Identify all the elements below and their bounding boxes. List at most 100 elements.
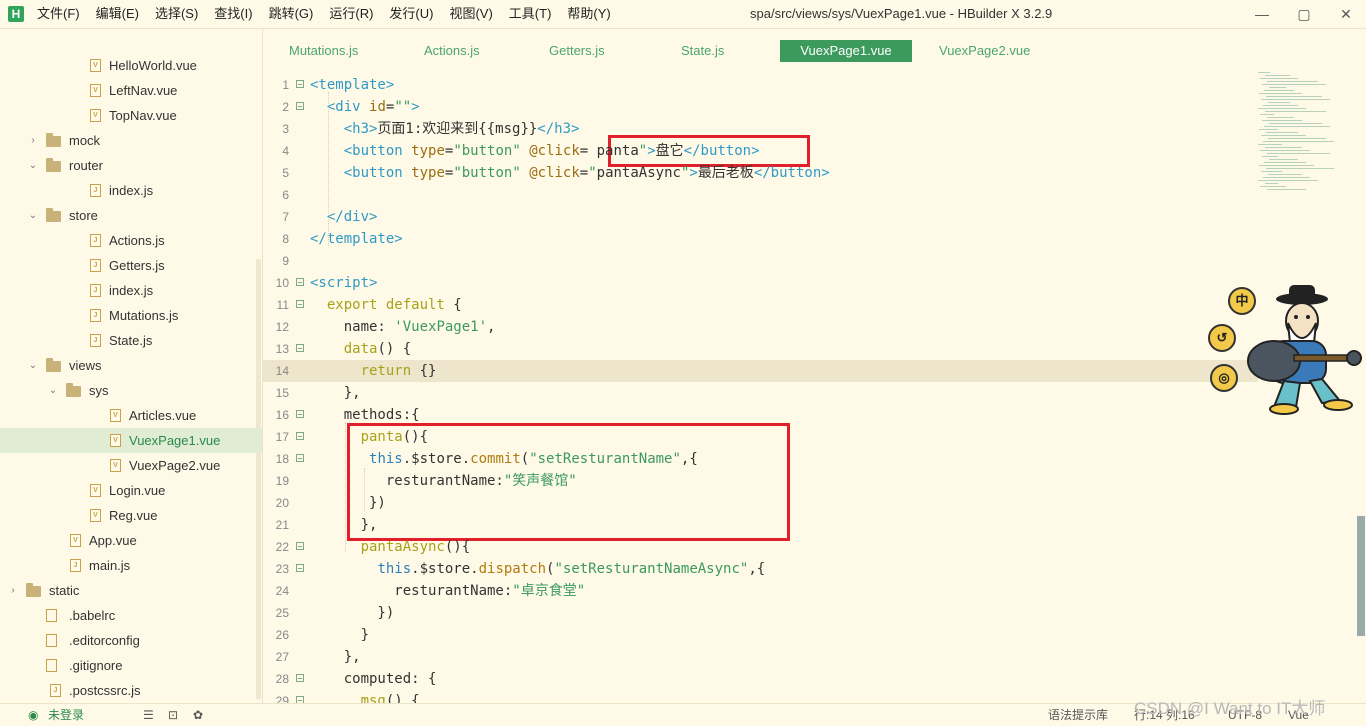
code-line[interactable]: 15 }, bbox=[263, 382, 1258, 404]
code-line[interactable]: 21 }, bbox=[263, 514, 1258, 536]
code-line[interactable]: 16− methods:{ bbox=[263, 404, 1258, 426]
code-line[interactable]: 27 }, bbox=[263, 646, 1258, 668]
code-line[interactable]: 23− this.$store.dispatch("setResturantNa… bbox=[263, 558, 1258, 580]
menu-item[interactable]: 查找(I) bbox=[214, 0, 260, 28]
code-line[interactable]: 24 resturantName:"卓京食堂" bbox=[263, 580, 1258, 602]
tree-file[interactable]: V VuexPage2.vue bbox=[0, 453, 262, 478]
code-line[interactable]: 13− data() { bbox=[263, 338, 1258, 360]
code-line[interactable]: 4 <button type="button" @click= panta">盘… bbox=[263, 140, 1258, 162]
menu-item[interactable]: 工具(T) bbox=[509, 0, 560, 28]
terminal-icon[interactable]: ⊡ bbox=[168, 704, 178, 726]
menu-item[interactable]: 运行(R) bbox=[329, 0, 381, 28]
tree-file[interactable]: V Reg.vue bbox=[0, 503, 262, 528]
tree-file[interactable]: .editorconfig bbox=[0, 628, 262, 653]
fold-toggle-icon[interactable]: − bbox=[296, 432, 304, 441]
code-line[interactable]: 18− this.$store.commit("setResturantName… bbox=[263, 448, 1258, 470]
tree-file[interactable]: Jindex.js bbox=[0, 278, 262, 303]
folder-chevron-icon[interactable]: ⌄ bbox=[28, 153, 38, 178]
list-icon[interactable]: ☰ bbox=[143, 704, 154, 726]
folder-chevron-icon[interactable]: ⌄ bbox=[28, 353, 38, 378]
code-line[interactable]: 11− export default { bbox=[263, 294, 1258, 316]
code-line[interactable]: 5 <button type="button" @click="pantaAsy… bbox=[263, 162, 1258, 184]
code-line[interactable]: 25 }) bbox=[263, 602, 1258, 624]
menu-item[interactable]: 视图(V) bbox=[449, 0, 500, 28]
fold-toggle-icon[interactable]: − bbox=[296, 454, 304, 463]
code-line[interactable]: 20 }) bbox=[263, 492, 1258, 514]
account-icon[interactable]: ◉ bbox=[28, 704, 38, 726]
fold-toggle-icon[interactable]: − bbox=[296, 674, 304, 683]
code-editor[interactable]: 1− <template> 2− <div id=""> 3 <h3>页面1:欢迎来到… bbox=[263, 70, 1258, 703]
code-line[interactable]: 6 bbox=[263, 184, 1258, 206]
editor-scrollbar[interactable] bbox=[1357, 516, 1365, 636]
maximize-button[interactable]: ▢ bbox=[1286, 0, 1322, 28]
tree-file[interactable]: V TopNav.vue bbox=[0, 103, 262, 128]
palette-icon[interactable]: ✿ bbox=[193, 704, 203, 726]
menu-item[interactable]: 帮助(Y) bbox=[567, 0, 618, 28]
code-line[interactable]: 8 </template> bbox=[263, 228, 1258, 250]
tree-folder[interactable]: › static bbox=[0, 578, 262, 603]
fold-toggle-icon[interactable]: − bbox=[296, 696, 304, 703]
menu-item[interactable]: 编辑(E) bbox=[96, 0, 147, 28]
tab-state-js[interactable]: State.js bbox=[681, 40, 724, 62]
tree-folder[interactable]: ⌄ sys bbox=[0, 378, 262, 403]
tree-file[interactable]: J Mutations.js bbox=[0, 303, 262, 328]
tree-file[interactable]: .babelrc bbox=[0, 603, 262, 628]
tab-mutations-js[interactable]: Mutations.js bbox=[289, 40, 358, 62]
tree-file[interactable]: V Articles.vue bbox=[0, 403, 262, 428]
fold-toggle-icon[interactable]: − bbox=[296, 344, 304, 353]
fold-toggle-icon[interactable]: − bbox=[296, 300, 304, 309]
code-line[interactable]: 19 resturantName:"笑声餐馆" bbox=[263, 470, 1258, 492]
menu-item[interactable]: 发行(U) bbox=[389, 0, 441, 28]
fold-toggle-icon[interactable]: − bbox=[296, 278, 304, 287]
code-line[interactable]: 1− <template> bbox=[263, 74, 1258, 96]
code-line[interactable]: 26 } bbox=[263, 624, 1258, 646]
tree-file[interactable]: V HelloWorld.vue bbox=[0, 53, 262, 78]
code-line[interactable]: 3 <h3>页面1:欢迎来到{{msg}}</h3> bbox=[263, 118, 1258, 140]
tree-folder[interactable]: ⌄ views bbox=[0, 353, 262, 378]
code-line[interactable]: 17− panta(){ bbox=[263, 426, 1258, 448]
folder-chevron-icon[interactable]: ⌄ bbox=[28, 203, 38, 228]
code-line[interactable]: 12 name: 'VuexPage1', bbox=[263, 316, 1258, 338]
folder-chevron-icon[interactable]: › bbox=[28, 128, 38, 153]
tree-file[interactable]: V App.vue bbox=[0, 528, 262, 553]
code-line[interactable]: 22− pantaAsync(){ bbox=[263, 536, 1258, 558]
fold-toggle-icon[interactable]: − bbox=[296, 410, 304, 419]
tab-vuexpage2-vue[interactable]: VuexPage2.vue bbox=[939, 40, 1030, 62]
tree-folder[interactable]: ⌄ router bbox=[0, 153, 262, 178]
tree-file[interactable]: J Getters.js bbox=[0, 253, 262, 278]
code-line[interactable]: 28− computed: { bbox=[263, 668, 1258, 690]
mascot-action-icon[interactable]: ↺ bbox=[1208, 324, 1236, 352]
fold-toggle-icon[interactable]: − bbox=[296, 542, 304, 551]
syntax-hint-library[interactable]: 语法提示库 bbox=[1048, 704, 1108, 726]
code-line[interactable]: 9 bbox=[263, 250, 1258, 272]
folder-chevron-icon[interactable]: ⌄ bbox=[48, 378, 58, 403]
fold-toggle-icon[interactable]: − bbox=[296, 564, 304, 573]
tree-folder[interactable]: › mock bbox=[0, 128, 262, 153]
code-line[interactable]: 14 return {} bbox=[263, 360, 1258, 382]
tab-actions-js[interactable]: Actions.js bbox=[424, 40, 480, 62]
folder-chevron-icon[interactable]: › bbox=[8, 578, 18, 603]
fold-toggle-icon[interactable]: − bbox=[296, 80, 304, 89]
tree-file[interactable]: Jindex.js bbox=[0, 178, 262, 203]
tree-file[interactable]: J .postcssrc.js bbox=[0, 678, 262, 703]
tree-file[interactable]: J State.js bbox=[0, 328, 262, 353]
tree-folder[interactable]: ⌄ store bbox=[0, 203, 262, 228]
tree-file[interactable]: J Actions.js bbox=[0, 228, 262, 253]
tab-vuexpage1-vue[interactable]: VuexPage1.vue bbox=[780, 40, 912, 62]
close-button[interactable]: ✕ bbox=[1328, 0, 1364, 28]
fold-toggle-icon[interactable]: − bbox=[296, 102, 304, 111]
menu-item[interactable]: 跳转(G) bbox=[269, 0, 322, 28]
code-line[interactable]: 2− <div id=""> bbox=[263, 96, 1258, 118]
code-line[interactable]: 29− msg() { bbox=[263, 690, 1258, 703]
tree-file[interactable]: .gitignore bbox=[0, 653, 262, 678]
code-line[interactable]: 7 </div> bbox=[263, 206, 1258, 228]
tree-file[interactable]: V LeftNav.vue bbox=[0, 78, 262, 103]
tree-file[interactable]: V Login.vue bbox=[0, 478, 262, 503]
tree-file[interactable]: Jmain.js bbox=[0, 553, 262, 578]
mascot-target-icon[interactable]: ◎ bbox=[1210, 364, 1238, 392]
minimize-button[interactable]: — bbox=[1244, 0, 1280, 28]
menu-item[interactable]: 选择(S) bbox=[155, 0, 206, 28]
tree-file[interactable]: V VuexPage1.vue bbox=[0, 428, 262, 453]
menu-item[interactable]: 文件(F) bbox=[37, 0, 88, 28]
tab-getters-js[interactable]: Getters.js bbox=[549, 40, 605, 62]
